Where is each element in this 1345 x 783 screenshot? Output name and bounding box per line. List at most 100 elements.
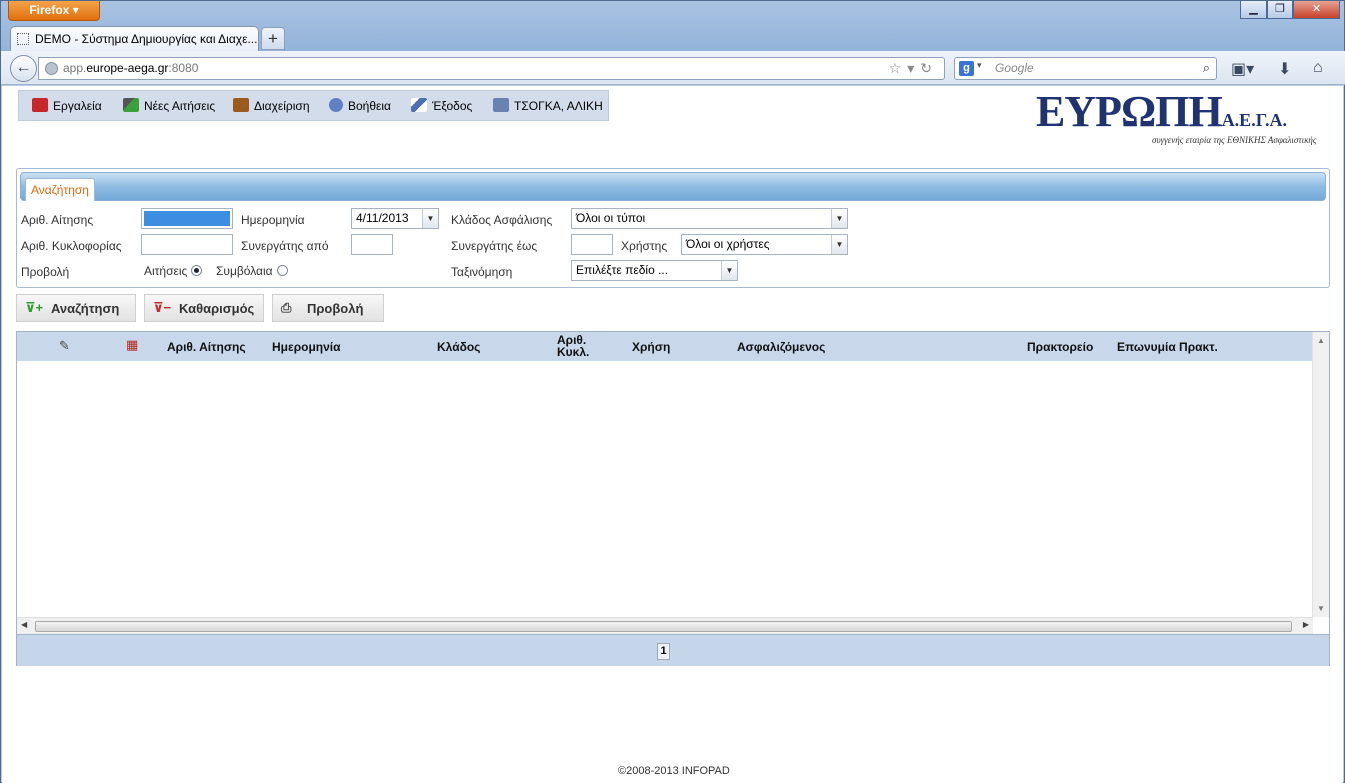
menu-label: Βοήθεια [348, 99, 391, 113]
globe-icon [45, 62, 58, 75]
search-icon[interactable]: ⌕ [1203, 60, 1210, 76]
calendar-icon: ▦ [126, 337, 139, 352]
scroll-up-icon[interactable]: ▲ [1317, 336, 1325, 345]
scroll-left-icon[interactable]: ◀ [21, 620, 27, 629]
view-button-label: Προβολή [307, 301, 364, 316]
chevron-down-icon[interactable]: ▼ [721, 261, 737, 280]
insurance-branch-select[interactable]: Όλοι οι τύποι ▼ [571, 208, 848, 229]
title-bar: Firefox ▾ ▁ ❐ ✕ [1, 1, 1345, 23]
grid-header: ✎ ▦ Αριθ. Αίτησης Ημερομηνία Κλάδος Αριθ… [17, 332, 1312, 361]
pagination: 1 [17, 634, 1329, 666]
bookmarks-icon[interactable]: ▣▾ [1231, 59, 1254, 79]
url-bar[interactable]: app.europe-aega.gr:8080 ☆▾↻ [38, 57, 945, 80]
reload-icon[interactable]: ↻ [920, 60, 938, 76]
horizontal-scrollbar[interactable]: ◀ ▶ [17, 617, 1313, 634]
menu-item-new-applications[interactable]: Νέες Αιτήσεις [123, 98, 215, 113]
radio-applications-button[interactable] [191, 265, 203, 276]
plate-number-label: Αριθ. Κυκλοφορίας [21, 239, 122, 253]
filter-add-icon: ⊽+ [25, 300, 44, 315]
radio-applications[interactable]: Αιτήσεις [144, 264, 203, 278]
chevron-down-icon[interactable]: ▼ [831, 209, 847, 228]
scroll-down-icon[interactable]: ▼ [1317, 604, 1325, 613]
page-number[interactable]: 1 [657, 643, 670, 660]
view-button[interactable]: ⎙ Προβολή [272, 294, 384, 322]
sort-select[interactable]: Επιλέξτε πεδίο ... ▼ [571, 260, 738, 281]
column-date[interactable]: Ημερομηνία [272, 340, 341, 354]
logo-subtitle: συγγενής εταιρία της ΕΘΝΙΚΗΣ Ασφαλιστική… [1152, 135, 1317, 145]
search-tab-header: Αναζήτηση [20, 172, 1326, 201]
page-content: Εργαλεία Νέες Αιτήσεις Διαχείριση Βοήθει… [2, 86, 1343, 783]
radio-applications-label: Αιτήσεις [144, 264, 188, 278]
menu-item-management[interactable]: Διαχείριση [233, 98, 310, 113]
menu-label: Έξοδος [432, 99, 473, 113]
menu-label: ΤΣΟΓΚΑ, ΑΛΙΚΗ [514, 99, 603, 113]
user-value: Όλοι οι χρήστες [686, 237, 770, 251]
clear-button[interactable]: ⊽− Καθαρισμός [144, 294, 264, 322]
user-card-icon [493, 98, 509, 112]
partner-from-label: Συνεργάτης από [241, 239, 329, 253]
firefox-menu-label: Firefox [29, 3, 70, 17]
home-icon[interactable]: ⌂ [1313, 59, 1323, 77]
sort-label: Ταξινόμηση [451, 265, 513, 279]
tab-title: DEMO - Σύστημα Δημιουργίας και Διαχε... [35, 32, 258, 46]
column-plate-number[interactable]: Αριθ. Κυκλ. [557, 334, 597, 358]
tab-demo[interactable]: DEMO - Σύστημα Δημιουργίας και Διαχε... [10, 26, 259, 51]
new-tab-button[interactable]: + [261, 27, 285, 50]
url-domain: europe-aega.gr [86, 61, 169, 75]
browser-window: Firefox ▾ ▁ ❐ ✕ DEMO - Σύστημα Δημιουργί… [0, 0, 1345, 783]
maximize-button[interactable]: ❐ [1267, 1, 1293, 19]
downloads-icon[interactable]: ⬇ [1278, 59, 1291, 79]
menu-label: Διαχείριση [254, 99, 310, 113]
chevron-down-icon[interactable]: ▼ [831, 235, 847, 254]
close-window-button[interactable]: ✕ [1293, 1, 1340, 19]
date-picker[interactable]: 4/11/2013 ▼ [351, 208, 439, 229]
scroll-right-icon[interactable]: ▶ [1303, 620, 1309, 629]
dropdown-arrow-icon[interactable]: ▾ [907, 60, 920, 76]
minimize-button[interactable]: ▁ [1240, 1, 1267, 19]
partner-from-input[interactable] [351, 234, 393, 255]
vertical-scrollbar[interactable]: ▲ ▼ [1312, 332, 1329, 617]
plate-number-input[interactable] [141, 234, 233, 255]
insurance-branch-value: Όλοι οι τύποι [576, 211, 646, 225]
back-button[interactable]: ← [10, 55, 37, 82]
clear-button-label: Καθαρισμός [179, 301, 255, 316]
briefcase-icon [233, 98, 249, 112]
page-icon [17, 33, 29, 45]
url-prefix: app. [63, 61, 87, 75]
insurance-branch-label: Κλάδος Ασφάλισης [451, 213, 553, 227]
radio-contracts-button[interactable] [276, 265, 288, 276]
toolbox-icon [32, 98, 48, 112]
tab-search[interactable]: Αναζήτηση [25, 178, 95, 201]
partner-to-input[interactable] [571, 234, 613, 255]
search-button[interactable]: ⊽+ Αναζήτηση [16, 294, 136, 322]
menu-item-exit[interactable]: Έξοδος [411, 98, 472, 113]
logo-suffix: Α.Ε.Γ.Α. [1221, 110, 1287, 130]
column-insured[interactable]: Ασφαλιζόμενος [737, 340, 825, 354]
bookmark-star-icon[interactable]: ☆ [889, 60, 908, 76]
radio-contracts[interactable]: Συμβόλαια [216, 264, 288, 278]
application-number-input[interactable] [141, 208, 233, 229]
menu-item-help[interactable]: Βοήθεια [329, 98, 391, 113]
column-usage[interactable]: Χρήση [632, 340, 670, 354]
filter-remove-icon: ⊽− [153, 300, 172, 315]
printer-icon: ⎙ [281, 300, 292, 315]
footer-copyright: ©2008-2013 INFOPAD [618, 765, 730, 777]
column-agency-name[interactable]: Επωνυμία Πρακτ. [1117, 340, 1218, 354]
menu-label: Νέες Αιτήσεις [144, 99, 216, 113]
web-search-box[interactable]: g ▾ Google ⌕ [954, 57, 1217, 80]
column-application-number[interactable]: Αριθ. Αίτησης [167, 340, 246, 354]
column-branch[interactable]: Κλάδος [437, 340, 480, 354]
column-agency[interactable]: Πρακτορείο [1027, 340, 1093, 354]
menu-item-tools[interactable]: Εργαλεία [32, 98, 102, 113]
menu-item-user[interactable]: ΤΣΟΓΚΑ, ΑΛΙΚΗ [493, 98, 603, 113]
pen-icon [411, 98, 427, 112]
edit-icon: ✎ [59, 338, 70, 353]
user-label: Χρήστης [621, 239, 668, 253]
tab-strip: DEMO - Σύστημα Δημιουργίας και Διαχε... … [1, 23, 1345, 51]
chevron-down-icon[interactable]: ▼ [422, 209, 438, 228]
scrollbar-thumb[interactable] [35, 621, 1292, 632]
user-select[interactable]: Όλοι οι χρήστες ▼ [681, 234, 848, 255]
search-engine-dropdown-icon[interactable]: ▾ [977, 60, 982, 71]
firefox-menu-button[interactable]: Firefox ▾ [8, 1, 100, 21]
url-actions: ☆▾↻ [889, 60, 938, 77]
